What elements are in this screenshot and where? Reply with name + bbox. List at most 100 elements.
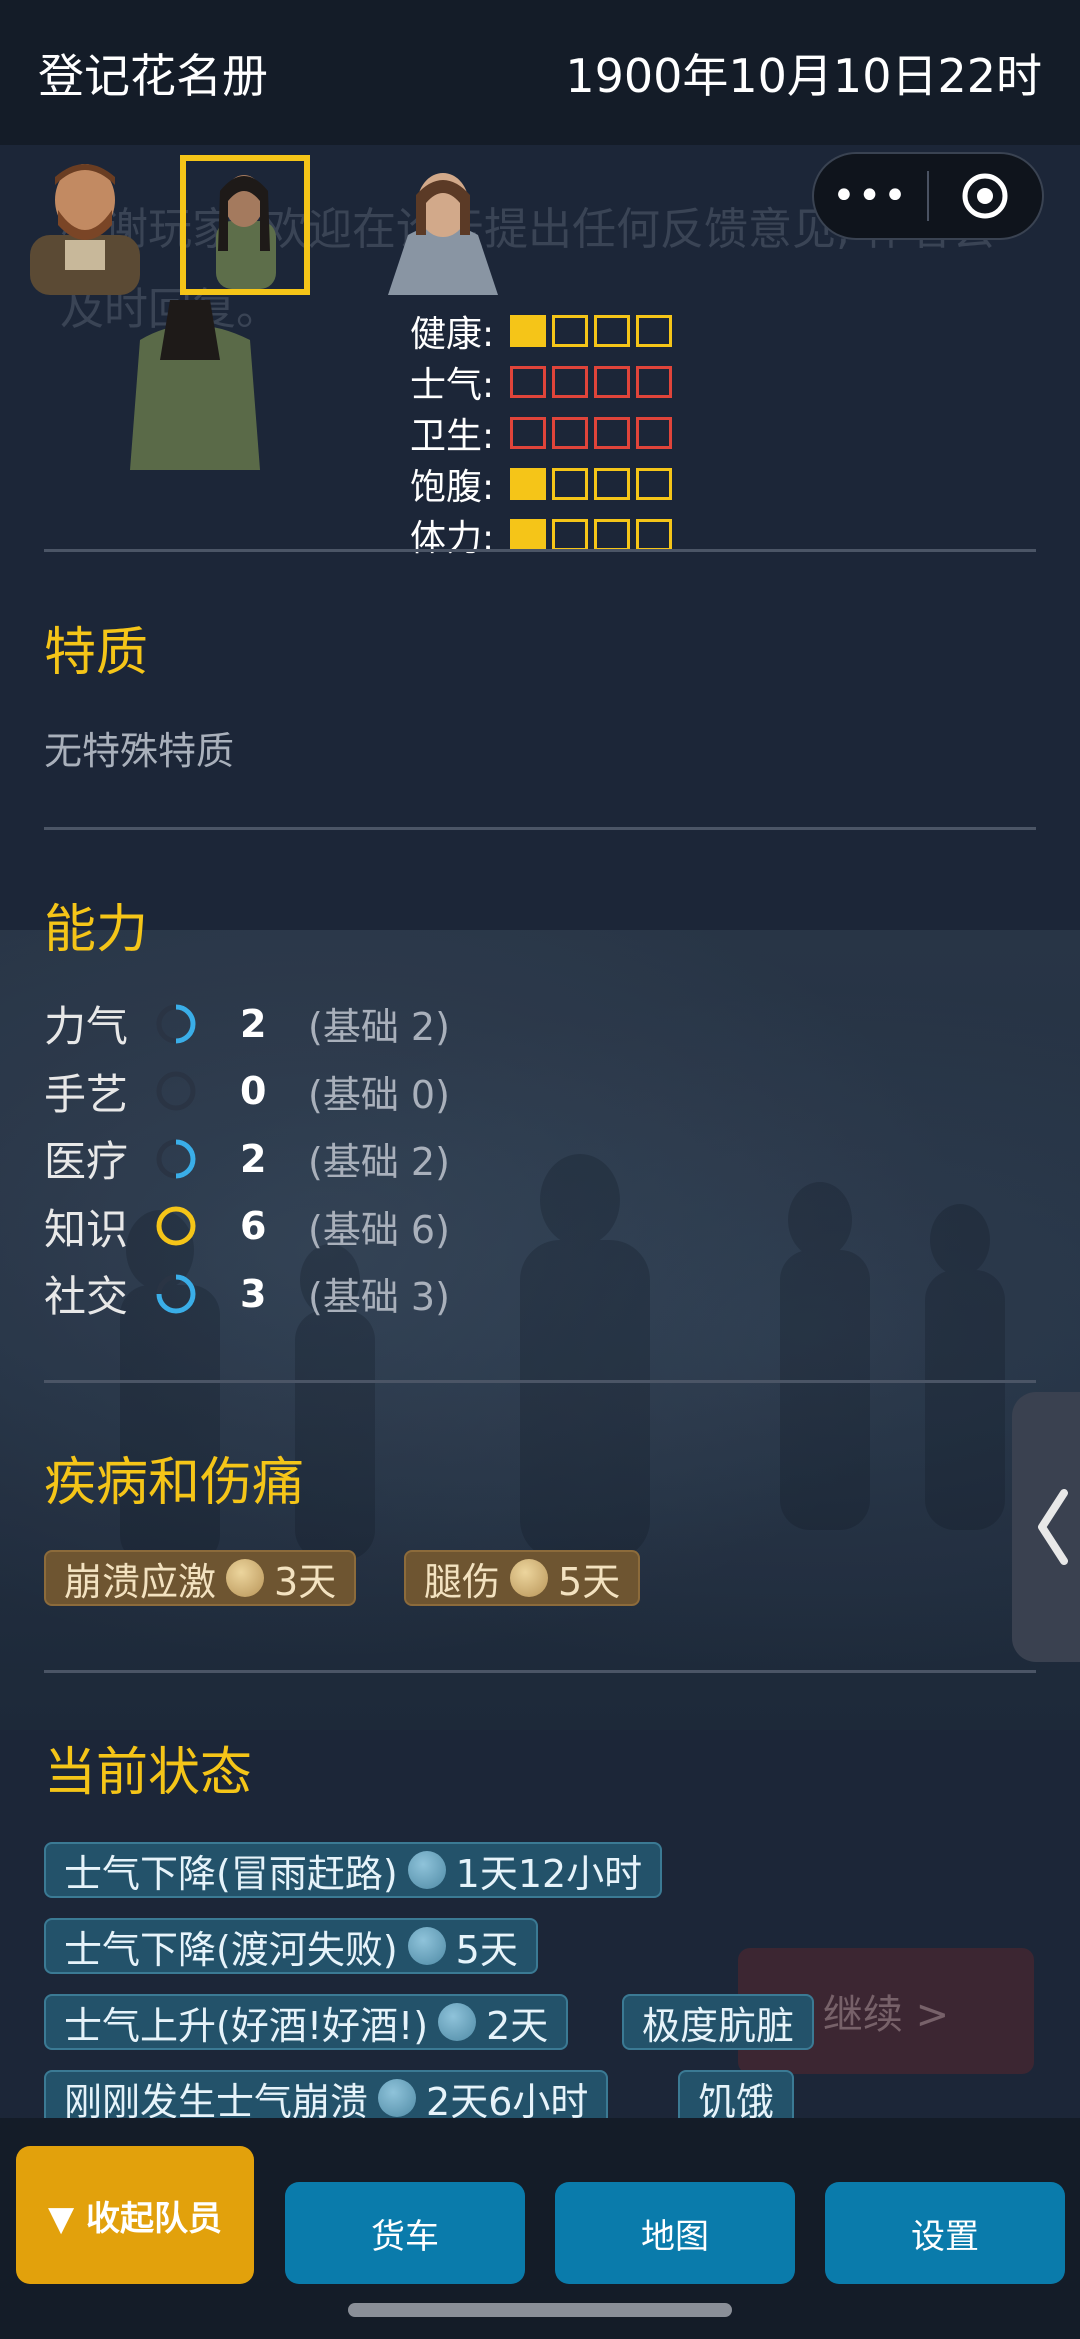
ability-base: (基础 3) bbox=[308, 1275, 450, 1320]
ability-ring bbox=[156, 1004, 196, 1044]
status-tag[interactable]: 士气下降(渡河失败) 5天 bbox=[44, 1918, 538, 1974]
ailment-tag[interactable]: 崩溃应激 3天 bbox=[44, 1550, 357, 1606]
section-divider bbox=[44, 1380, 1036, 1383]
ability-value: 6 bbox=[240, 1204, 267, 1249]
map-button[interactable]: 地图 bbox=[555, 2182, 795, 2284]
stat-satiety: 饱腹: bbox=[410, 458, 672, 509]
ability-base: (基础 2) bbox=[308, 1140, 450, 1185]
ailment-tag[interactable]: 腿伤 5天 bbox=[404, 1550, 641, 1606]
stat-boxes bbox=[510, 314, 672, 347]
ailment-duration: 5天 bbox=[558, 1559, 621, 1604]
stat-box bbox=[510, 416, 546, 449]
traits-title: 特质 bbox=[44, 623, 149, 683]
truck-button[interactable]: 货车 bbox=[285, 2182, 525, 2284]
stat-label: 饱腹: bbox=[410, 466, 495, 508]
ability-value: 3 bbox=[240, 1271, 267, 1316]
status-name: 士气上升(好酒!好酒!) bbox=[64, 2003, 429, 2048]
status-name: 士气下降(渡河失败) bbox=[64, 1927, 398, 1972]
ability-list: 力气 2 (基础 2) 手艺 0 (基础 0) 医疗 2 (基础 2) 知识 6… bbox=[44, 990, 450, 1328]
ailment-name: 腿伤 bbox=[424, 1559, 501, 1604]
status-title: 当前状态 bbox=[44, 1743, 253, 1803]
status-duration: 1天12小时 bbox=[455, 1851, 643, 1896]
clock-icon bbox=[510, 1559, 549, 1597]
ailment-name: 崩溃应激 bbox=[64, 1559, 217, 1604]
stat-box bbox=[594, 467, 630, 500]
ability-ring bbox=[156, 1139, 196, 1179]
portrait-member-2-selected[interactable] bbox=[180, 155, 310, 295]
clock-icon bbox=[438, 2003, 477, 2041]
top-header: 登记花名册 1900年10月10日22时 bbox=[0, 0, 1080, 145]
ability-strength: 力气 2 (基础 2) bbox=[44, 990, 450, 1058]
portrait-member-1[interactable] bbox=[20, 155, 150, 295]
ability-name: 力气 bbox=[44, 1002, 129, 1052]
bearded-man-avatar bbox=[30, 164, 140, 295]
ability-name: 社交 bbox=[44, 1272, 129, 1322]
side-drawer-tab[interactable] bbox=[1012, 1392, 1080, 1662]
chevron-left-icon bbox=[1038, 1489, 1068, 1565]
target-icon[interactable] bbox=[929, 171, 1042, 221]
clock-icon bbox=[378, 2079, 417, 2117]
stat-label: 健康: bbox=[410, 313, 495, 355]
ability-medical: 医疗 2 (基础 2) bbox=[44, 1125, 450, 1193]
ability-craft: 手艺 0 (基础 0) bbox=[44, 1058, 450, 1126]
stat-box bbox=[636, 416, 672, 449]
stat-box bbox=[636, 518, 672, 551]
clock-icon bbox=[407, 1851, 446, 1889]
stat-box bbox=[510, 365, 546, 398]
ability-name: 手艺 bbox=[44, 1069, 129, 1119]
portrait-member-3[interactable] bbox=[378, 155, 508, 295]
character-stats: 健康: 士气: 卫生: 饱腹: 体力: bbox=[410, 305, 672, 560]
stat-boxes bbox=[510, 416, 672, 449]
ability-value: 2 bbox=[240, 1001, 267, 1046]
status-name: 士气下降(冒雨赶路) bbox=[64, 1851, 398, 1896]
stat-label: 卫生: bbox=[410, 415, 495, 457]
ability-base: (基础 6) bbox=[308, 1207, 450, 1252]
stat-box bbox=[552, 467, 588, 500]
stat-hygiene: 卫生: bbox=[410, 407, 672, 458]
stat-box bbox=[594, 365, 630, 398]
clock-icon bbox=[407, 1927, 446, 1965]
stat-box bbox=[552, 314, 588, 347]
section-divider bbox=[44, 827, 1036, 830]
ability-knowledge: 知识 6 (基础 6) bbox=[44, 1193, 450, 1261]
ailments-title: 疾病和伤痛 bbox=[44, 1453, 305, 1513]
woman-shawl-avatar bbox=[388, 173, 498, 295]
more-icon[interactable]: ••• bbox=[814, 173, 927, 219]
section-divider bbox=[44, 1670, 1036, 1673]
stat-box bbox=[594, 314, 630, 347]
ability-name: 医疗 bbox=[44, 1137, 129, 1187]
collapse-party-button[interactable]: ▼ 收起队员 bbox=[16, 2146, 254, 2284]
ability-base: (基础 0) bbox=[308, 1072, 450, 1117]
ability-ring bbox=[156, 1206, 196, 1246]
stat-label: 士气: bbox=[410, 364, 495, 406]
home-indicator[interactable] bbox=[348, 2303, 732, 2317]
ailment-duration: 3天 bbox=[274, 1559, 337, 1604]
status-duration: 2天 bbox=[486, 2003, 549, 2048]
stat-morale: 士气: bbox=[410, 356, 672, 407]
stat-box bbox=[552, 365, 588, 398]
ability-ring bbox=[156, 1071, 196, 1111]
stat-boxes bbox=[510, 467, 672, 500]
page-title: 登记花名册 bbox=[38, 48, 268, 103]
stat-box bbox=[636, 365, 672, 398]
settings-button[interactable]: 设置 bbox=[825, 2182, 1065, 2284]
stat-box bbox=[636, 314, 672, 347]
status-tag[interactable]: 极度肮脏 bbox=[622, 1994, 815, 2050]
ability-value: 2 bbox=[240, 1136, 267, 1181]
stat-box bbox=[594, 416, 630, 449]
miniprogram-capsule: ••• bbox=[812, 152, 1044, 240]
traits-text: 无特殊特质 bbox=[44, 729, 235, 773]
stat-box bbox=[552, 416, 588, 449]
ability-ring bbox=[156, 1274, 196, 1314]
status-tag[interactable]: 士气下降(冒雨赶路) 1天12小时 bbox=[44, 1842, 663, 1898]
status-tag[interactable]: 士气上升(好酒!好酒!) 2天 bbox=[44, 1994, 569, 2050]
ability-name: 知识 bbox=[44, 1204, 129, 1254]
stat-box bbox=[510, 518, 546, 551]
stat-stamina: 体力: bbox=[410, 509, 672, 560]
ability-value: 0 bbox=[240, 1069, 267, 1114]
ability-social: 社交 3 (基础 3) bbox=[44, 1260, 450, 1328]
stat-box bbox=[594, 518, 630, 551]
stat-box bbox=[510, 467, 546, 500]
abilities-title: 能力 bbox=[44, 900, 149, 960]
status-duration: 5天 bbox=[455, 1927, 518, 1972]
